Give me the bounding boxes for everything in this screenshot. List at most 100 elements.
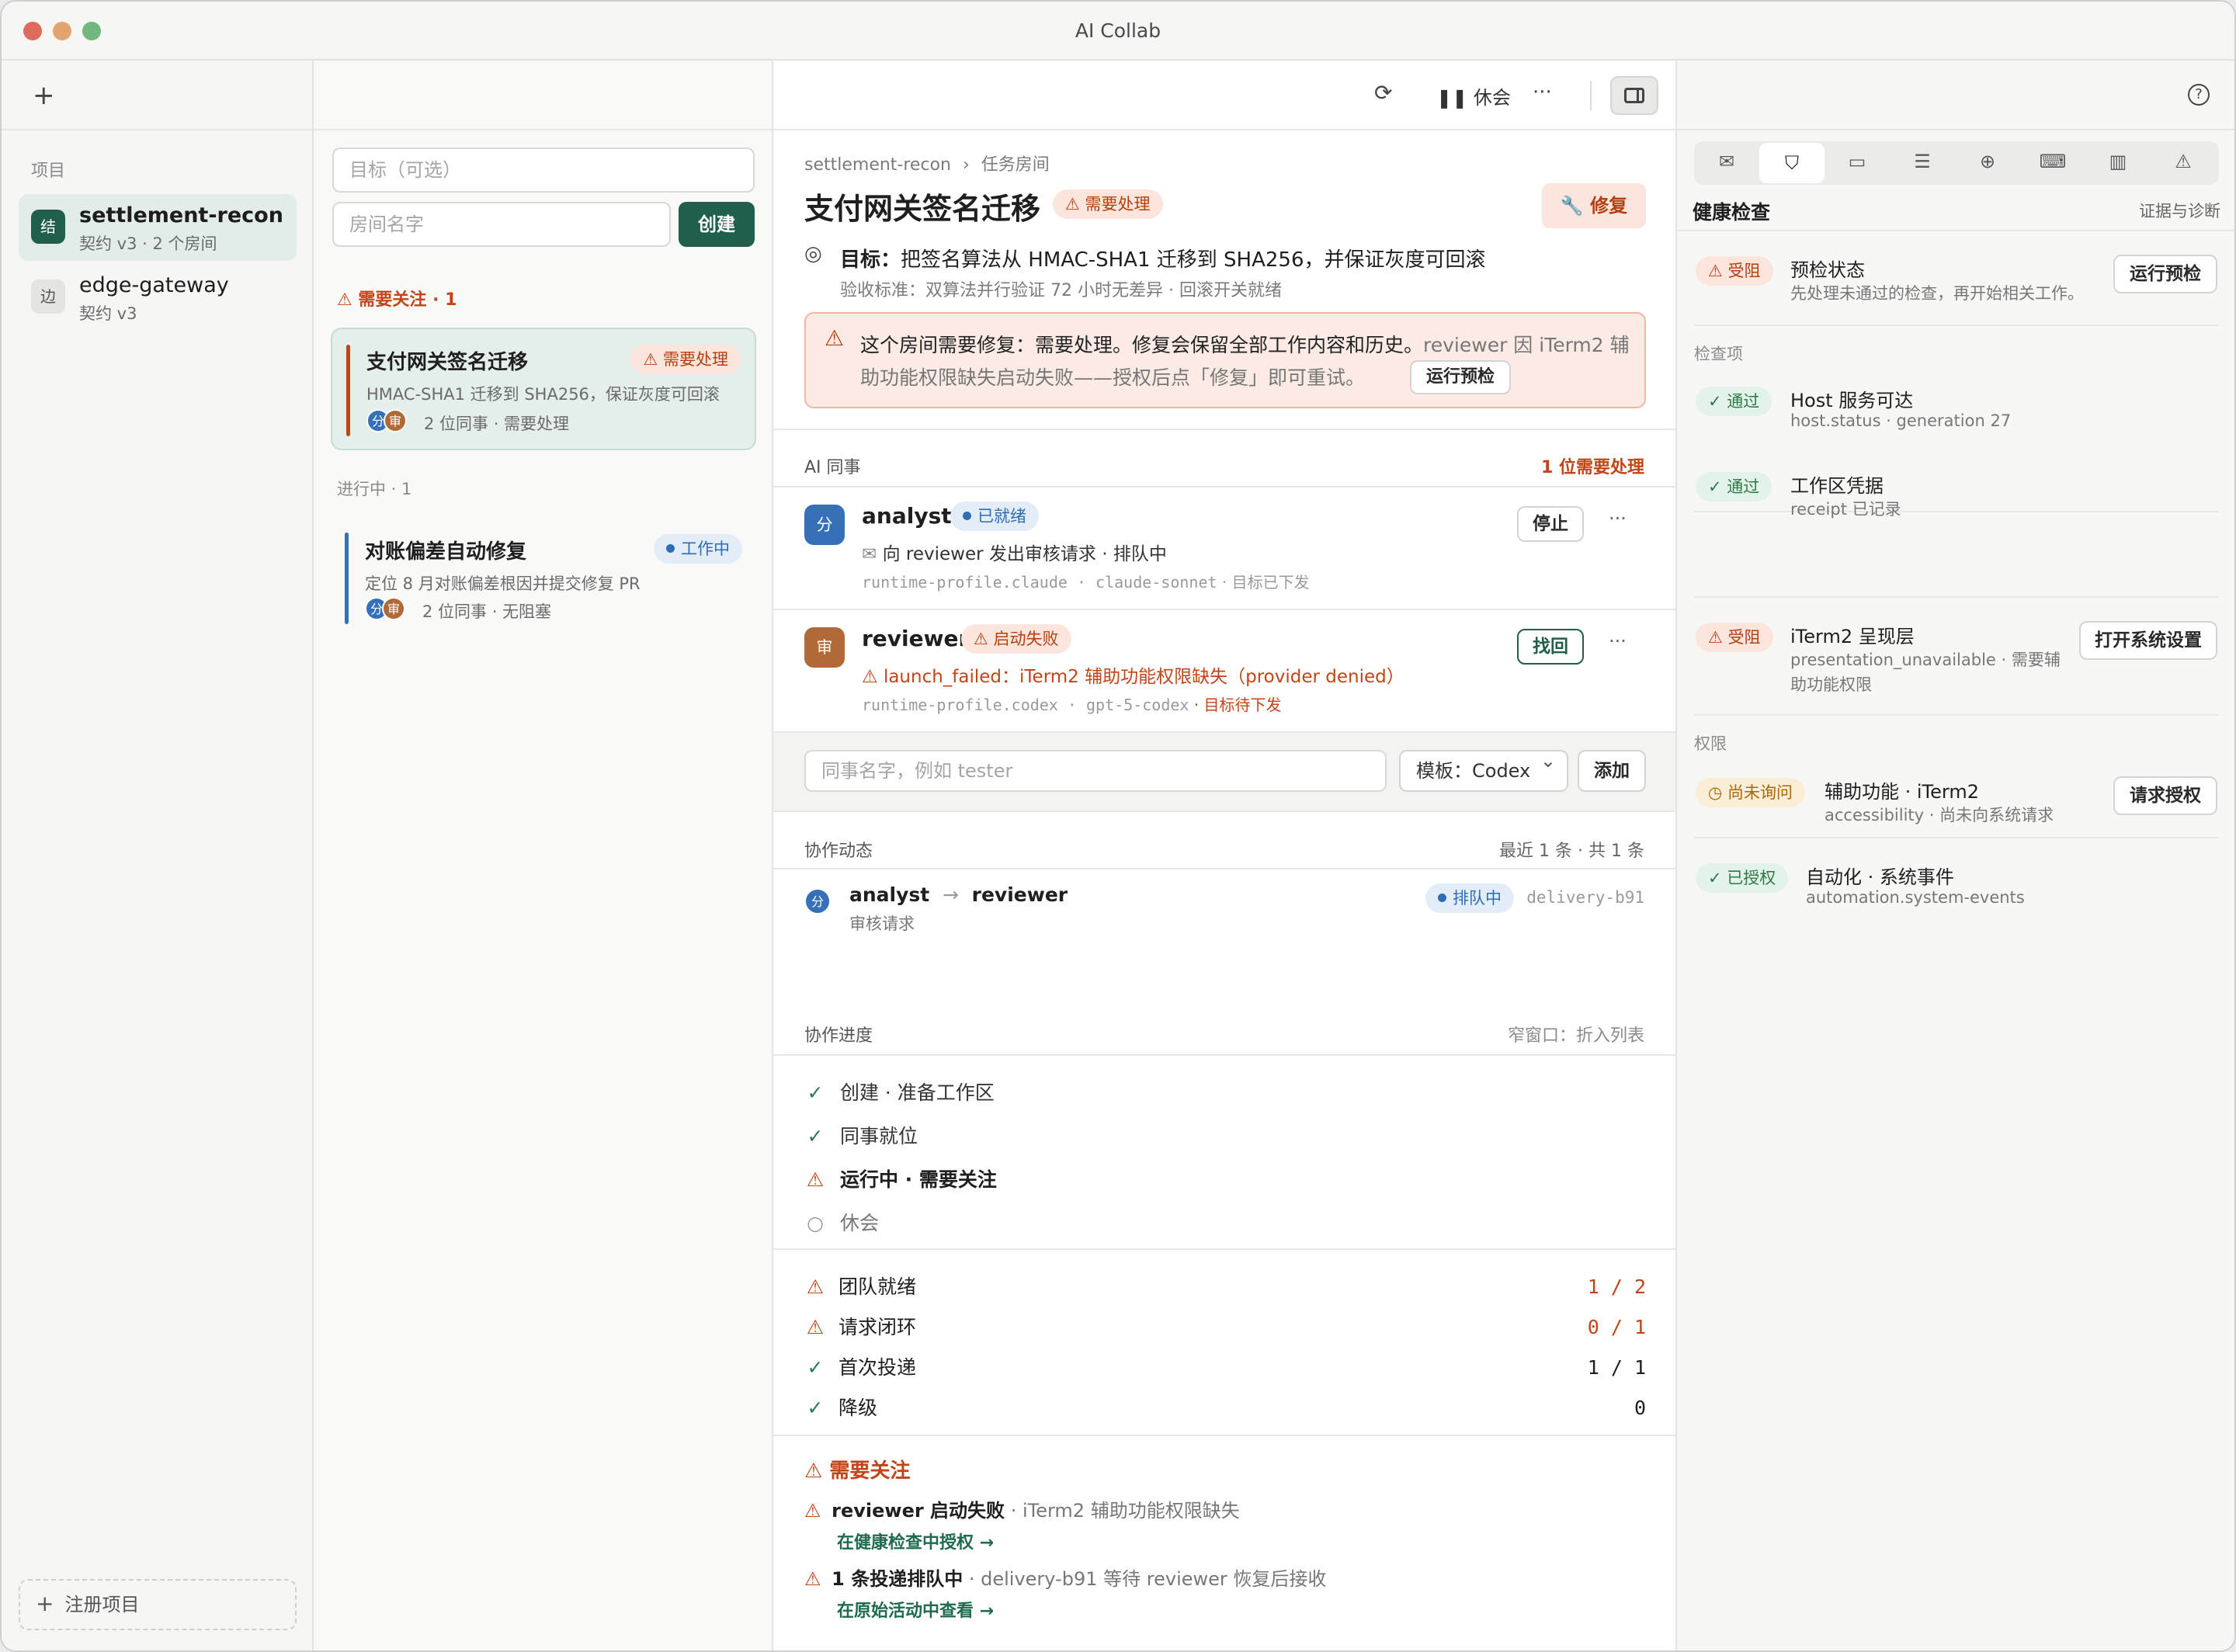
status-dot	[1438, 894, 1446, 902]
status-badge: ✓ 已授权	[1696, 863, 1789, 893]
breadcrumb: settlement-recon › 任务房间	[804, 151, 1050, 175]
goal-input[interactable]: 目标（可选）	[332, 148, 755, 193]
status-badge-label: 需要处理	[1085, 195, 1151, 213]
check-row: ⚠ 受阻 iTerm2 呈现层 presentation_unavailable…	[1677, 604, 2234, 713]
metric-label: 首次投递	[838, 1356, 916, 1379]
status-badge: ⚠ 启动失败	[961, 624, 1071, 654]
activity-route: analyst → reviewer	[849, 883, 1068, 906]
status-badge: ⚠ 受阻	[1696, 256, 1773, 286]
activity-count: 最近 1 条 · 共 1 条	[1499, 842, 1644, 861]
sidebar-item-edge-gateway[interactable]: 边 edge-gateway 契约 v3	[19, 264, 297, 331]
attention-item-title: 1 条投递排队中	[832, 1568, 963, 1590]
add-colleague-button[interactable]: 添加	[1578, 750, 1646, 792]
project-sidebar: + 项目 结 settlement-recon 契约 v3 · 2 个房间 边 …	[2, 61, 314, 1650]
evidence-link[interactable]: 证据与诊断	[2139, 199, 2220, 222]
divider	[1694, 596, 2219, 598]
check-title: 预检状态	[1790, 259, 1865, 281]
lines-icon[interactable]: ☰	[1890, 141, 1955, 182]
stop-button[interactable]: 停止	[1517, 506, 1584, 542]
mail-icon[interactable]: ✉	[1694, 141, 1759, 182]
activity-row[interactable]: 分 analyst → reviewer 审核请求 排队中 delivery-b…	[773, 869, 1675, 939]
template-select[interactable]: 模板：Codex ⌄	[1399, 750, 1568, 792]
colleague-activity-text: 向 reviewer 发出审核请求 · 排队中	[882, 544, 1167, 564]
project-avatar: 结	[31, 210, 65, 244]
chart-icon[interactable]: ▥	[2085, 141, 2151, 182]
check-desc-line: presentation_unavailable · 需要辅	[1790, 651, 2061, 669]
colleague-row-analyst: 分 analyst 已就绪 ✉ 向 reviewer 发出审核请求 · 排队中 …	[773, 488, 1675, 609]
sidebar-item-settlement-recon[interactable]: 结 settlement-recon 契约 v3 · 2 个房间	[19, 194, 297, 261]
checks-label: 检查项	[1694, 345, 1743, 363]
room-card[interactable]: 对账偏差自动修复 工作中 定位 8 月对账偏差根因并提交修复 PR 分审 2 位…	[331, 519, 756, 635]
warning-icon[interactable]: ⚠	[2151, 141, 2216, 182]
status-badge: 排队中	[1425, 883, 1514, 913]
attention-link[interactable]: 在原始活动中查看 →	[837, 1597, 1326, 1622]
attention-link[interactable]: 在健康检查中授权 →	[837, 1529, 1240, 1553]
template-select-value: 模板：Codex	[1416, 760, 1531, 782]
room-card-meta: 2 位同事 · 需要处理	[424, 415, 570, 433]
recover-button[interactable]: 找回	[1517, 629, 1584, 665]
metrics-list: ⚠ 团队就绪 1 / 2 ⚠ 请求闭环 0 / 1 ✓ 首次投递 1 / 1 ✓ 降级…	[804, 1267, 1646, 1428]
refresh-icon[interactable]: ⟳	[1374, 82, 1392, 104]
divider	[1694, 714, 2219, 716]
crosshair-icon[interactable]: ⊕	[1955, 141, 2020, 182]
breadcrumb-project[interactable]: settlement-recon	[804, 155, 951, 175]
room-card-selected[interactable]: 支付网关签名迁移 ⚠ 需要处理 HMAC-SHA1 迁移到 SHA256，保证灰…	[331, 328, 756, 450]
run-preflight-button[interactable]: 运行预检	[1410, 360, 1511, 394]
status-badge: ⚠ 需要处理	[630, 345, 741, 374]
divider	[773, 1054, 1675, 1056]
status-badge-label: 尚未询问	[1727, 783, 1793, 802]
sidebar-toggle-button[interactable]	[1610, 76, 1658, 115]
colleagues-header: AI 同事	[804, 458, 861, 477]
check-desc: receipt 已记录	[1790, 500, 1901, 519]
repair-label: 修复	[1590, 195, 1628, 217]
terminal-icon[interactable]: ⌨	[2020, 141, 2085, 182]
check-icon: ✓	[1708, 392, 1722, 411]
colleague-row-reviewer: 审 reviewer ⚠ 启动失败 ⚠ launch_failed：iTerm2…	[773, 610, 1675, 731]
help-icon[interactable]: ?	[2188, 84, 2210, 106]
check-desc: host.status · generation 27	[1790, 411, 2012, 430]
plus-icon[interactable]: +	[33, 82, 55, 109]
project-avatar: 边	[31, 279, 65, 314]
inspector-toolbar: ?	[1677, 61, 2234, 130]
register-project-button[interactable]: + 注册项目	[19, 1579, 297, 1630]
check-circle-icon: ✓	[807, 1081, 824, 1104]
pause-icon: ❚❚	[1436, 87, 1468, 109]
preflight-row: ⚠ 受阻 预检状态 先处理未通过的检查，再开始相关工作。 运行预检	[1677, 231, 2234, 324]
card-icon[interactable]: ▭	[1825, 141, 1890, 182]
warning-icon: ⚠	[806, 1316, 825, 1338]
room-card-meta: 2 位同事 · 无阻塞	[422, 602, 552, 621]
room-list-panel: 目标（可选） 房间名字 创建 ⚠ 需要关注 · 1 支付网关签名迁移 ⚠ 需要处…	[314, 61, 773, 1650]
open-settings-button[interactable]: 打开系统设置	[2079, 621, 2217, 660]
attention-group-header: ⚠ 需要关注 · 1	[337, 286, 457, 311]
status-badge-label: 启动失败	[993, 630, 1059, 648]
sidebar-toggle-icon	[1624, 88, 1644, 103]
repair-button[interactable]: 🔧 修复	[1542, 183, 1646, 228]
run-preflight-button[interactable]: 运行预检	[2113, 255, 2217, 293]
more-options-button[interactable]: ···	[1609, 508, 1627, 529]
create-room-button[interactable]: 创建	[679, 202, 755, 247]
metric-row: ⚠ 请求闭环 0 / 1	[804, 1307, 1646, 1348]
room-name-input[interactable]: 房间名字	[332, 202, 671, 247]
warning-icon: ⚠	[643, 350, 658, 369]
check-title: 自动化 · 系统事件	[1806, 866, 1954, 888]
progress-steps: ✓ 创建 · 准备工作区 ✓ 同事就位 ⚠ 运行中 · 需要关注 ○ 休会	[804, 1071, 997, 1245]
wrench-icon: 🔧	[1560, 195, 1584, 217]
progress-step: ⚠ 运行中 · 需要关注	[804, 1158, 997, 1202]
more-options-button[interactable]: ···	[1533, 81, 1552, 104]
repair-alert-text: 这个房间需要修复：需要处理。修复会保留全部工作内容和历史。reviewer 因 …	[860, 329, 1637, 394]
activity-to: reviewer	[971, 883, 1068, 906]
goal-line: 目标：把签名算法从 HMAC-SHA1 迁移到 SHA256，并保证灰度可回滚	[840, 244, 1486, 272]
pause-button[interactable]: ❚❚ 休会	[1436, 82, 1511, 109]
request-permission-button[interactable]: 请求授权	[2113, 776, 2217, 815]
attention-group-label: 需要关注 · 1	[358, 290, 457, 310]
target-status: · 目标待下发	[1193, 696, 1282, 714]
status-badge: ✓ 通过	[1696, 472, 1772, 502]
shield-icon[interactable]: ⛉	[1759, 143, 1825, 183]
project-name: edge-gateway	[79, 273, 229, 297]
room-card-avatars: 分审	[365, 596, 405, 623]
colleague-name-input[interactable]: 同事名字，例如 tester	[804, 750, 1387, 792]
card-accent-bar	[346, 345, 350, 436]
more-options-button[interactable]: ···	[1609, 630, 1627, 652]
title-bar: AI Collab	[2, 2, 2234, 61]
divider	[1694, 837, 2219, 838]
